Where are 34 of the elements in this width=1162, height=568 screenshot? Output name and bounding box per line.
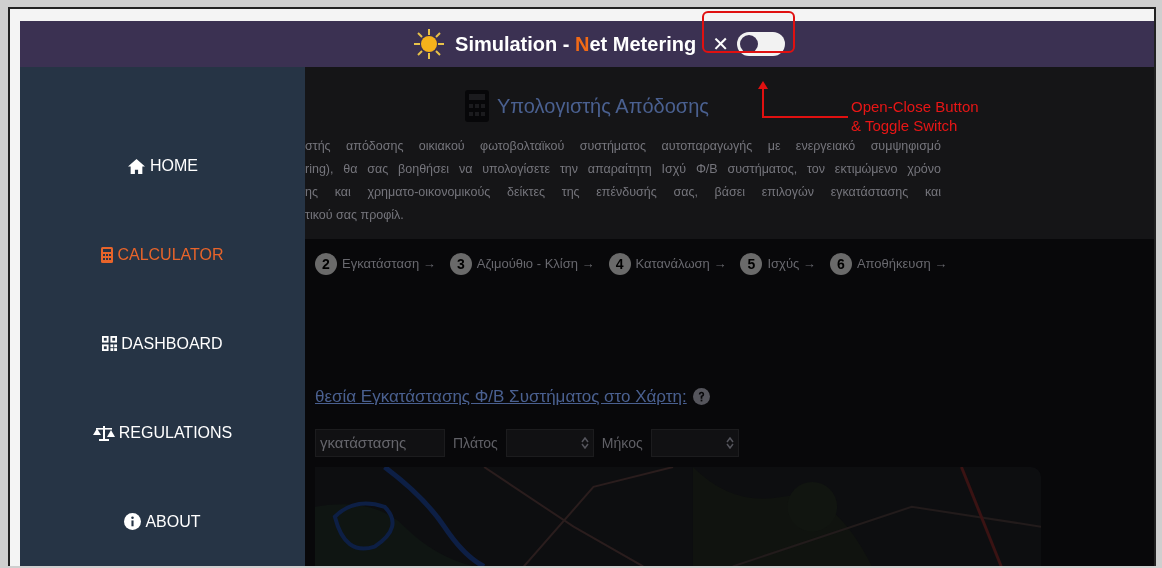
description-line: στής απόδοσης οικιακού φωτοβολταϊκού συστήματος αυτοπαραγωγής με ενεργειακό συμψηφισμό [305, 138, 941, 155]
close-button[interactable]: ✕ [712, 32, 729, 56]
latitude-label: Πλάτος [453, 434, 498, 451]
step-link[interactable]: 2 Εγκατάσταση → [315, 252, 436, 275]
step-link[interactable]: 6 Αποθήκευση → [829, 252, 948, 275]
page-heading: Υπολογιστής Απόδοσης [497, 94, 709, 118]
toggle-switch[interactable] [736, 32, 785, 56]
longitude-field[interactable] [650, 428, 739, 457]
annotation-text: Open-Close Button & Toggle Switch [851, 97, 979, 135]
step-link[interactable]: 3 Αζιμούθιο - Κλίση → [449, 252, 595, 275]
nav-link[interactable]: CALCULATOR [101, 246, 224, 265]
description-line: ης και χρηματο-οικονομικούς δείκτες της επένδυσής σας, βάσει επιλογών εγκατάστασης και [305, 184, 941, 201]
spinner-icon [580, 436, 589, 449]
step-link[interactable]: 5 Ισχύς → [740, 252, 816, 275]
nav-link[interactable]: ABOUT [124, 512, 201, 531]
description-line: τικού σας προφίλ. [305, 207, 405, 224]
nav-link[interactable]: HOME [127, 157, 198, 176]
address-field[interactable]: γκατάστασης [315, 428, 445, 457]
info-icon [124, 513, 142, 531]
calculator-icon [101, 247, 114, 264]
nav-link[interactable]: REGULATIONS [92, 423, 233, 442]
app-title: Simulation - Net Metering [455, 32, 697, 56]
description-line: ring), θα σας βοηθήσει να υπολογίσετε την απαραίτητη Ισχύ Φ/Β συστήματος, τον εκτιμώμενο χρόνο [305, 161, 941, 178]
sun-icon [413, 28, 446, 60]
map-link[interactable]: θεσία Εγκατάστασης Φ/Β Συστήματος στο Χάρτη: [315, 386, 687, 407]
step-link[interactable]: 4 Κατανάλωση → [608, 252, 727, 275]
home-icon [127, 157, 146, 175]
nav-link[interactable]: DASHBOARD [102, 335, 223, 353]
latitude-field[interactable] [505, 428, 594, 457]
scales-icon [92, 424, 115, 441]
help-icon [692, 388, 710, 406]
spinner-icon [725, 436, 734, 449]
qr-grid-icon [102, 336, 118, 352]
longitude-label: Μήκος [601, 434, 643, 451]
